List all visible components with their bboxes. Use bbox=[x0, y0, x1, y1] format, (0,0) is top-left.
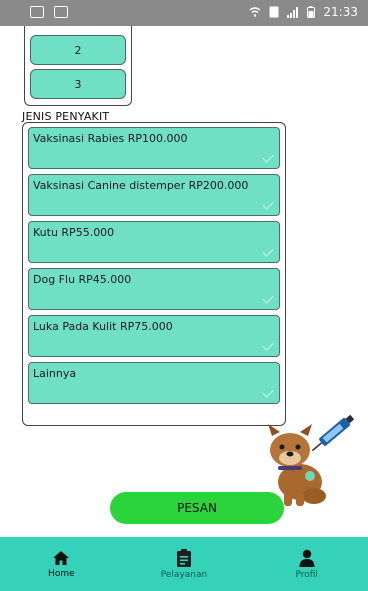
check-icon bbox=[262, 245, 274, 257]
message-icon bbox=[54, 6, 68, 18]
nav-label-pelayanan: Pelayanan bbox=[160, 569, 208, 580]
check-icon bbox=[262, 151, 274, 163]
option-label: Dog Flu RP45.000 bbox=[33, 273, 132, 286]
nav-item-home[interactable]: Home bbox=[0, 537, 123, 591]
disease-option-rabies[interactable]: Vaksinasi Rabies RP100.000 bbox=[28, 127, 280, 169]
signal-icon bbox=[287, 6, 299, 18]
disease-option-luka-kulit[interactable]: Luka Pada Kulit RP75.000 bbox=[28, 315, 280, 357]
sim-icon bbox=[269, 6, 279, 18]
option-label: Kutu RP55.000 bbox=[33, 226, 115, 239]
check-icon bbox=[262, 339, 274, 351]
check-icon bbox=[262, 386, 274, 398]
nav-item-pelayanan[interactable]: Pelayanan bbox=[123, 537, 246, 591]
wifi-icon bbox=[249, 7, 261, 17]
status-bar: 21:33 bbox=[0, 0, 368, 26]
nav-label-home: Home bbox=[48, 568, 75, 579]
gallery-icon bbox=[30, 6, 44, 18]
quantity-option-2[interactable]: 2 bbox=[30, 35, 126, 65]
quantity-list: 2 3 bbox=[24, 26, 132, 106]
option-label: Luka Pada Kulit RP75.000 bbox=[33, 320, 173, 333]
nav-label-profil: Profil bbox=[295, 569, 318, 580]
order-button[interactable]: PESAN bbox=[110, 492, 284, 524]
disease-option-canine-distemper[interactable]: Vaksinasi Canine distemper RP200.000 bbox=[28, 174, 280, 216]
disease-option-kutu[interactable]: Kutu RP55.000 bbox=[28, 221, 280, 263]
option-label: Lainnya bbox=[33, 367, 77, 380]
user-icon bbox=[299, 549, 315, 567]
clipboard-icon bbox=[177, 548, 191, 567]
quantity-option-3[interactable]: 3 bbox=[30, 69, 126, 99]
bottom-navigation: Home Pelayanan Profil bbox=[0, 537, 368, 591]
disease-option-lainnya[interactable]: Lainnya bbox=[28, 362, 280, 404]
check-icon bbox=[262, 198, 274, 210]
dog-vaccine-illustration bbox=[268, 414, 355, 506]
option-label: Vaksinasi Rabies RP100.000 bbox=[33, 132, 188, 145]
disease-option-dog-flu[interactable]: Dog Flu RP45.000 bbox=[28, 268, 280, 310]
nav-item-profil[interactable]: Profil bbox=[245, 537, 368, 591]
check-icon bbox=[262, 292, 274, 304]
battery-icon bbox=[307, 6, 316, 18]
clock: 21:33 bbox=[323, 5, 358, 19]
option-label: Vaksinasi Canine distemper RP200.000 bbox=[33, 179, 249, 192]
disease-list: Vaksinasi Rabies RP100.000 Vaksinasi Can… bbox=[22, 122, 286, 426]
app-content: 2 3 JENIS PENYAKIT Vaksinasi Rabies RP10… bbox=[0, 26, 368, 591]
home-icon bbox=[53, 550, 70, 565]
